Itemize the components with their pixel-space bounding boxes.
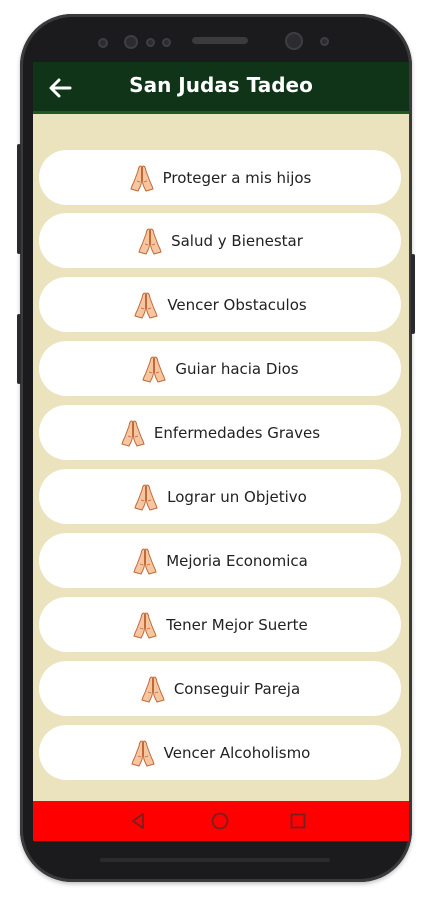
praying-hands-icon (129, 164, 154, 192)
praying-hands-icon (141, 675, 165, 703)
praying-hands-icon (134, 483, 158, 511)
list-item-content: Salud y Bienestar (137, 226, 303, 256)
list-item-content: Mejoria Economica (132, 546, 308, 576)
prayer-list-item[interactable]: Salud y Bienestar (39, 213, 401, 268)
praying-hands-icon (121, 419, 145, 447)
list-item-label: Lograr un Objetivo (167, 487, 307, 506)
prayer-list-item[interactable]: Vencer Alcoholismo (39, 725, 401, 780)
praying-hands-icon (133, 611, 157, 639)
app-bar: San Judas Tadeo (33, 62, 409, 114)
list-item-label: Proteger a mis hijos (162, 168, 312, 187)
praying-hands-icon (142, 355, 167, 383)
list-item-content: Tener Mejor Suerte (132, 610, 308, 640)
list-item-content: Vencer Alcoholismo (130, 738, 311, 768)
list-item-content: Vencer Obstaculos (133, 290, 307, 320)
sensor-dot (98, 38, 108, 48)
android-nav-bar (33, 801, 409, 841)
list-item-label: Mejoria Economica (166, 551, 308, 570)
square-recents-icon[interactable] (286, 809, 310, 833)
power-button (411, 254, 415, 334)
side-button (17, 314, 21, 384)
list-item-label: Vencer Alcoholismo (163, 743, 311, 762)
list-item-label: Enfermedades Graves (153, 423, 321, 442)
app-screen: No tener pesadillasProteger a mis hijosS… (33, 62, 409, 841)
sensor-dot (162, 38, 171, 47)
page-title: San Judas Tadeo (129, 73, 313, 97)
earpiece-speaker (192, 37, 248, 44)
prayer-list-item[interactable]: Vencer Obstaculos (39, 277, 401, 332)
sensor-dot (124, 35, 138, 49)
sensor-dot (146, 38, 155, 47)
praying-hands-icon (138, 227, 162, 255)
prayer-list-item[interactable]: Guiar hacia Dios (39, 341, 401, 396)
list-item-content: Proteger a mis hijos (129, 163, 312, 193)
prayer-list-item[interactable]: Enfermedades Graves (39, 405, 401, 460)
prayer-list-item[interactable]: Conseguir Pareja (39, 661, 401, 716)
list-item-content: Conseguir Pareja (140, 674, 300, 704)
sensor-dot (320, 37, 329, 46)
praying-hands-icon (134, 291, 158, 319)
list-item-content: Lograr un Objetivo (133, 482, 307, 512)
phone-bottom-edge (100, 858, 330, 862)
prayer-list-item[interactable]: Tener Mejor Suerte (39, 597, 401, 652)
triangle-back-icon[interactable] (126, 809, 150, 833)
prayer-list-item[interactable]: Proteger a mis hijos (39, 150, 401, 205)
circle-home-icon[interactable] (208, 809, 232, 833)
front-camera (285, 32, 303, 50)
prayer-list[interactable]: No tener pesadillasProteger a mis hijosS… (33, 62, 409, 801)
praying-hands-icon (131, 739, 155, 767)
praying-hands-icon (133, 547, 157, 575)
list-item-label: Conseguir Pareja (173, 679, 301, 698)
list-item-label: Vencer Obstaculos (167, 295, 307, 314)
prayer-list-item[interactable]: Lograr un Objetivo (39, 469, 401, 524)
list-item-label: Guiar hacia Dios (175, 359, 299, 378)
list-item-label: Tener Mejor Suerte (166, 615, 308, 634)
list-item-content: Guiar hacia Dios (141, 354, 299, 384)
list-item-content: Enfermedades Graves (120, 418, 320, 448)
list-item-label: Salud y Bienestar (171, 231, 303, 250)
volume-button (17, 144, 21, 254)
prayer-list-item[interactable]: Mejoria Economica (39, 533, 401, 588)
